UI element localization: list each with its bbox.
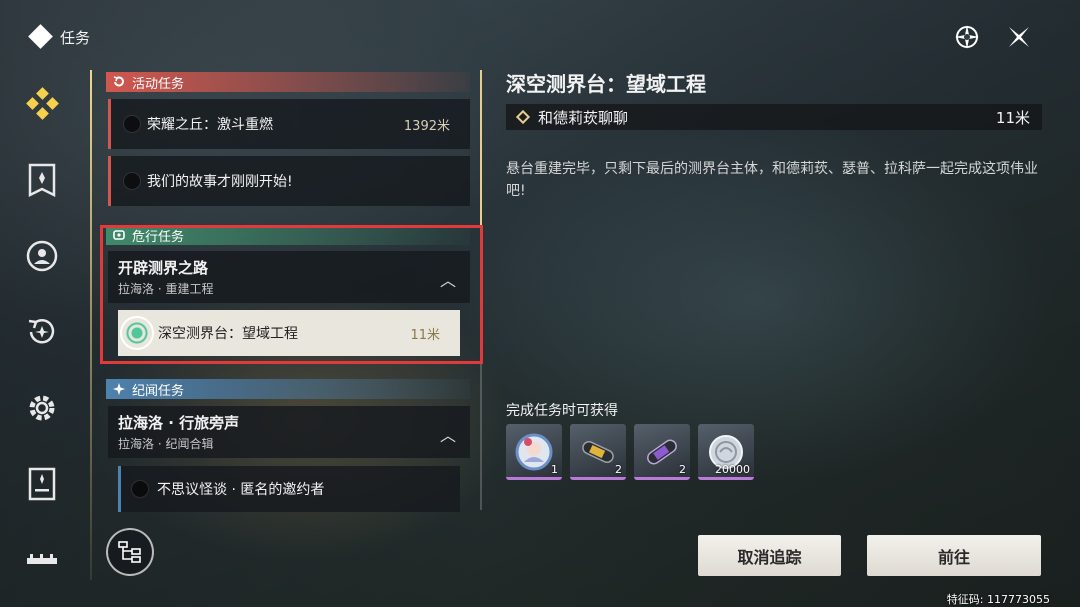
nav-settings-icon[interactable] [20, 386, 64, 430]
character-token-icon [515, 433, 553, 471]
rewards-title: 完成任务时可获得 [506, 403, 618, 419]
list-divider-left [90, 70, 92, 580]
nav-more-icon[interactable] [20, 538, 64, 582]
objective-text: 和德莉莰聊聊 [538, 108, 629, 127]
quest-tree-button[interactable] [106, 528, 154, 576]
navigate-icon[interactable] [952, 22, 982, 52]
quest-row-event-1[interactable]: 荣耀之丘：激斗重燃 1392米 [108, 99, 470, 149]
close-icon[interactable] [1004, 22, 1034, 52]
highlight-frame [100, 225, 483, 364]
reward-qty: 1 [551, 463, 558, 476]
quest-name: 不思议怪谈 · 匿名的邀约者 [157, 482, 325, 498]
quest-distance: 1392米 [403, 118, 450, 134]
reward-item[interactable]: 1 [506, 424, 562, 480]
nav-book-icon[interactable] [20, 462, 64, 506]
objective-bar: 和德莉莰聊聊 11米 [506, 104, 1042, 130]
page-title-label: 任务 [60, 28, 91, 47]
page-title: 任务 [28, 24, 91, 49]
track-dot-icon [123, 172, 141, 190]
category-chronicle-header: 纪闻任务 [106, 379, 470, 399]
rewards-list: 1 2 2 20000 [506, 424, 754, 480]
quest-name: 荣耀之丘：激斗重燃 [147, 117, 273, 133]
nav-quests-icon[interactable] [20, 82, 64, 126]
go-button[interactable]: 前往 [867, 535, 1041, 576]
uid-label: 特征码: 117773055 [946, 593, 1050, 606]
nav-history-icon[interactable] [20, 310, 64, 354]
reward-qty: 20000 [715, 463, 750, 476]
chevron-up-icon[interactable]: ︿ [440, 422, 456, 446]
quest-diamond-icon [28, 24, 53, 49]
quest-detail-title: 深空测界台：望域工程 [506, 72, 706, 96]
nav-character-icon[interactable] [20, 234, 64, 278]
reward-qty: 2 [679, 463, 686, 476]
reward-qty: 2 [615, 463, 622, 476]
quest-description: 悬台重建完毕，只剩下最后的测界台主体，和德莉莰、瑟普、拉科萨一起完成这项伟业吧! [506, 161, 1038, 199]
reward-item[interactable]: 20000 [698, 424, 754, 480]
category-event-header: 活动任务 [106, 72, 470, 92]
objective-diamond-icon [515, 109, 531, 125]
cancel-tracking-button[interactable]: 取消追踪 [698, 535, 841, 576]
category-event-label: 活动任务 [132, 76, 185, 92]
chronicle-quest-icon [113, 383, 125, 395]
nav-bounty-icon[interactable] [20, 158, 64, 202]
side-nav [20, 82, 66, 607]
reward-item[interactable]: 2 [634, 424, 690, 480]
purple-capsule-icon [647, 439, 677, 465]
group-name: 拉海洛 · 行旅旁声 [118, 414, 240, 432]
group-subtitle: 拉海洛 · 纪闻合辑 [118, 437, 214, 451]
reward-item[interactable]: 2 [570, 424, 626, 480]
event-quest-icon [113, 76, 124, 87]
gold-capsule-icon [582, 441, 614, 463]
tree-icon [118, 541, 141, 563]
objective-distance: 11米 [995, 108, 1030, 127]
quest-name: 我们的故事才刚刚开始! [147, 174, 293, 190]
track-dot-icon [131, 480, 149, 498]
category-chronicle-label: 纪闻任务 [132, 383, 185, 399]
track-dot-icon [123, 115, 141, 133]
quest-row-chronicle[interactable]: 不思议怪谈 · 匿名的邀约者 [118, 466, 460, 512]
quest-row-event-2[interactable]: 我们的故事才刚刚开始! [108, 156, 470, 206]
quest-group-chronicle[interactable]: 拉海洛 · 行旅旁声 拉海洛 · 纪闻合辑 ︿ [108, 406, 470, 458]
